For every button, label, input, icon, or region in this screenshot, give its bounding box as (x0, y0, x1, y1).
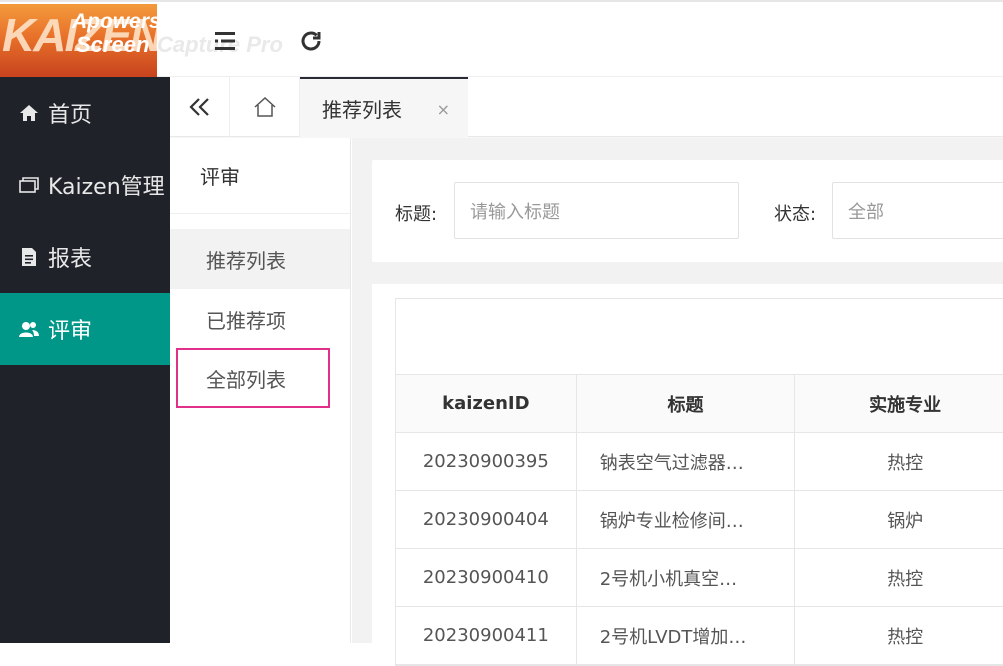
cell-specialty: 热控 (887, 452, 924, 474)
window-icon (18, 174, 40, 196)
cell-title: 2号机小机真空… (577, 549, 796, 606)
kaizen-logo: KAIZEN Apowersoft Screen Capture Pro (0, 4, 157, 77)
top-header: KAIZEN Apowersoft Screen Capture Pro Cap… (0, 0, 1003, 77)
cell-title: 2号机LVDT增加… (577, 607, 796, 664)
report-icon (18, 246, 40, 268)
cell-kaizen-id: 20230900411 (396, 607, 577, 664)
home-icon (18, 102, 40, 124)
title-filter-label: 标题: (395, 204, 438, 225)
main-content: 标题: 请输入标题 状态: 全部 kaizenID 标题 实施专业 202309… (352, 138, 1003, 666)
watermark-line1: Apowersoft (72, 10, 157, 33)
sidebar-item-home[interactable]: 首页 (0, 77, 170, 149)
home-outline-icon (253, 96, 276, 117)
title-search-input[interactable]: 请输入标题 (454, 182, 739, 239)
cell-kaizen-id: 20230900395 (396, 433, 577, 490)
table-row[interactable]: 20230900410 2号机小机真空… 热控 (396, 549, 1003, 607)
table-header-row: kaizenID 标题 实施专业 (396, 375, 1003, 433)
table-toolbar (396, 299, 1003, 375)
main-sidebar: 首页 Kaizen管理 报表 评审 (0, 77, 170, 643)
submenu-item-recommend-list[interactable]: 推荐列表 (170, 229, 350, 289)
sidebar-item-label: 报表 (48, 247, 93, 272)
home-tab[interactable] (230, 77, 300, 137)
cell-specialty: 热控 (887, 626, 924, 648)
status-filter-label: 状态: (774, 204, 817, 225)
cell-title: 钠表空气过滤器… (577, 433, 796, 490)
sidebar-item-label: 首页 (48, 103, 93, 128)
header-specialty[interactable]: 实施专业 (795, 375, 1003, 432)
cell-specialty: 锅炉 (887, 510, 924, 532)
sidebar-item-report[interactable]: 报表 (0, 221, 170, 293)
watermark-line2: Screen Capture Pro (76, 32, 157, 57)
table-row[interactable]: 20230900411 2号机LVDT增加… 热控 (396, 607, 1003, 665)
sidebar-item-kaizen[interactable]: Kaizen管理 (0, 149, 170, 221)
collapse-sidebar-button[interactable] (170, 77, 230, 137)
table-row[interactable]: 20230900395 钠表空气过滤器… 热控 (396, 433, 1003, 491)
tabs-bar: 推荐列表 × (170, 77, 1003, 137)
status-select-value: 全部 (848, 201, 884, 223)
filter-panel: 标题: 请输入标题 状态: 全部 (372, 160, 1003, 262)
kaizen-table: kaizenID 标题 实施专业 20230900395 钠表空气过滤器… 热控… (395, 298, 1003, 666)
double-chevron-left-icon (188, 98, 209, 116)
cell-specialty: 热控 (887, 568, 924, 590)
sidebar-item-label: Kaizen管理 (48, 175, 165, 200)
table-row[interactable]: 20230900404 锅炉专业检修间… 锅炉 (396, 491, 1003, 549)
cell-kaizen-id: 20230900404 (396, 491, 577, 548)
close-icon[interactable]: × (437, 100, 450, 119)
tab-recommend-list[interactable]: 推荐列表 × (300, 77, 468, 137)
users-icon (18, 318, 40, 340)
review-submenu: 评审 推荐列表 已推荐项 全部列表 (170, 138, 351, 643)
sidebar-item-label: 评审 (48, 319, 93, 344)
cell-kaizen-id: 20230900410 (396, 549, 577, 606)
menu-icon[interactable] (212, 28, 238, 54)
submenu-item-recommended[interactable]: 已推荐项 (170, 289, 350, 349)
title-input-placeholder: 请输入标题 (470, 201, 560, 223)
cell-title: 锅炉专业检修间… (577, 491, 796, 548)
refresh-icon[interactable] (298, 28, 324, 54)
status-select[interactable]: 全部 (832, 182, 1003, 239)
submenu-item-all-list[interactable]: 全部列表 (176, 348, 330, 408)
tab-label: 推荐列表 (322, 97, 402, 122)
submenu-title: 评审 (170, 138, 350, 214)
header-kaizen-id[interactable]: kaizenID (396, 375, 577, 432)
header-title[interactable]: 标题 (577, 375, 796, 432)
table-panel: kaizenID 标题 实施专业 20230900395 钠表空气过滤器… 热控… (372, 284, 1003, 666)
sidebar-item-review[interactable]: 评审 (0, 293, 170, 365)
